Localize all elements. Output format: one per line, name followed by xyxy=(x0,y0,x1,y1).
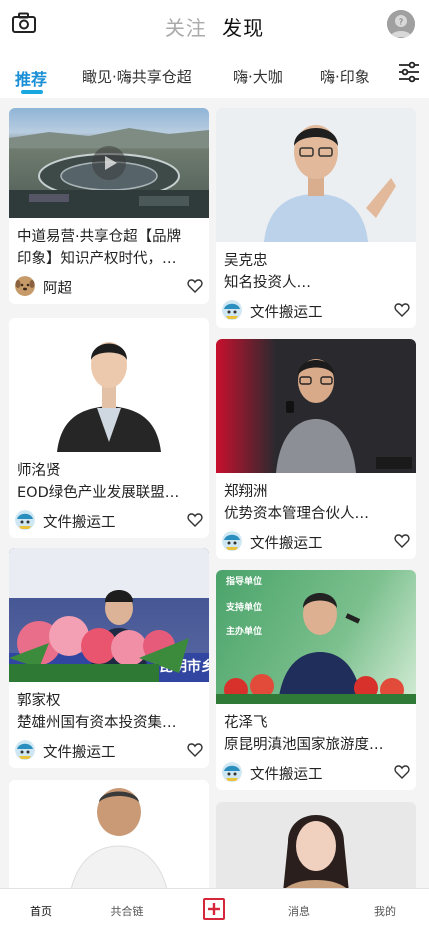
author-name[interactable]: 阿超 xyxy=(43,277,72,298)
author-name[interactable]: 文件搬运工 xyxy=(250,532,323,553)
board-text-support: 支持单位 xyxy=(225,601,262,613)
feed-card[interactable]: 中道易营·共享仓超【品牌 印象】知识产权时代，… 阿超 xyxy=(9,108,209,304)
top-bar: 关注 发现 ? xyxy=(0,0,429,52)
card-title: 吴克忠 知名投资人… xyxy=(224,253,311,291)
tab-follow[interactable]: 关注 xyxy=(165,12,207,41)
card-title: 郭家权 楚雄州国有资本投资集… xyxy=(17,693,177,731)
card-title: 中道易营·共享仓超【品牌 印象】知识产权时代，… xyxy=(17,229,182,267)
bottom-nav: 首页 共合链 消息 我的 xyxy=(0,888,429,931)
heart-icon[interactable] xyxy=(187,278,203,294)
heart-icon[interactable] xyxy=(187,742,203,758)
card-meta: 文件搬运工 xyxy=(9,734,209,768)
feed-card[interactable]: 昆明市乡 郭家权 楚雄州国有资本投资集… xyxy=(9,548,209,768)
svg-text:?: ? xyxy=(399,18,403,27)
user-avatar-icon[interactable]: ? xyxy=(387,10,415,38)
author-name[interactable]: 文件搬运工 xyxy=(43,511,116,532)
mascot-avatar xyxy=(222,531,242,551)
tab-daka[interactable]: 嗨·大咖 xyxy=(233,66,283,87)
feed-card[interactable]: 郑翔洲 优势资本管理合伙人… 文件搬运工 xyxy=(216,339,416,559)
tab-recommend[interactable]: 推荐 xyxy=(15,66,47,90)
feed-card[interactable]: 吴克忠 知名投资人… 文件搬运工 xyxy=(216,108,416,328)
author-name[interactable]: 文件搬运工 xyxy=(250,301,323,322)
card-title: 郑翔洲 优势资本管理合伙人… xyxy=(224,484,369,522)
card-image: 昆明市乡 xyxy=(9,548,209,682)
tab-cangchao[interactable]: 瞰见·嗨共享仓超 xyxy=(82,66,192,87)
mascot-avatar xyxy=(15,510,35,530)
card-meta: 文件搬运工 xyxy=(216,294,416,328)
card-meta: 文件搬运工 xyxy=(216,756,416,790)
dog-avatar xyxy=(15,276,35,296)
author-name[interactable]: 文件搬运工 xyxy=(250,763,323,784)
card-image xyxy=(9,108,209,218)
heart-icon[interactable] xyxy=(394,533,410,549)
feed-card[interactable]: 指导单位 支持单位 主办单位 花泽飞 原昆明滇池国家旅游度… 文件搬运工 xyxy=(216,570,416,790)
feed-card[interactable] xyxy=(216,802,416,888)
active-tab-indicator xyxy=(21,90,43,94)
heart-icon[interactable] xyxy=(394,764,410,780)
card-meta: 文件搬运工 xyxy=(9,504,209,538)
nav-home[interactable]: 首页 xyxy=(6,903,76,919)
header-tabs: 关注 发现 xyxy=(0,12,429,41)
card-meta: 阿超 xyxy=(9,270,209,304)
card-image xyxy=(216,802,416,888)
card-image xyxy=(9,318,209,452)
tab-discover[interactable]: 发现 xyxy=(222,12,264,41)
feed-card[interactable] xyxy=(9,780,209,888)
card-image: 指导单位 支持单位 主办单位 xyxy=(216,570,416,704)
mascot-avatar xyxy=(15,740,35,760)
author-name[interactable]: 文件搬运工 xyxy=(43,741,116,762)
card-title: 花泽飞 原昆明滇池国家旅游度… xyxy=(224,715,384,753)
heart-icon[interactable] xyxy=(187,512,203,528)
nav-me[interactable]: 我的 xyxy=(350,903,420,919)
nav-messages[interactable]: 消息 xyxy=(264,903,334,919)
sliders-icon[interactable] xyxy=(397,60,421,84)
category-tabs: 推荐 瞰见·嗨共享仓超 嗨·大咖 嗨·印象 xyxy=(0,52,429,98)
mascot-avatar xyxy=(222,762,242,782)
card-image xyxy=(216,108,416,242)
board-text-guide: 指导单位 xyxy=(226,575,262,587)
mascot-avatar xyxy=(222,300,242,320)
heart-icon[interactable] xyxy=(394,302,410,318)
nav-gonghelian[interactable]: 共合链 xyxy=(92,903,162,919)
plus-square-icon[interactable] xyxy=(203,898,225,920)
content-feed[interactable]: 中道易营·共享仓超【品牌 印象】知识产权时代，… 阿超 师洺贤 EOD绿色产业发… xyxy=(0,98,429,888)
card-meta: 文件搬运工 xyxy=(216,525,416,559)
feed-card[interactable]: 师洺贤 EOD绿色产业发展联盟… 文件搬运工 xyxy=(9,318,209,538)
board-text-host: 主办单位 xyxy=(226,625,262,637)
tab-yinxiang[interactable]: 嗨·印象 xyxy=(320,66,370,87)
play-icon[interactable] xyxy=(91,145,127,181)
card-title: 师洺贤 EOD绿色产业发展联盟… xyxy=(17,463,180,501)
card-image xyxy=(216,339,416,473)
card-image xyxy=(9,780,209,888)
